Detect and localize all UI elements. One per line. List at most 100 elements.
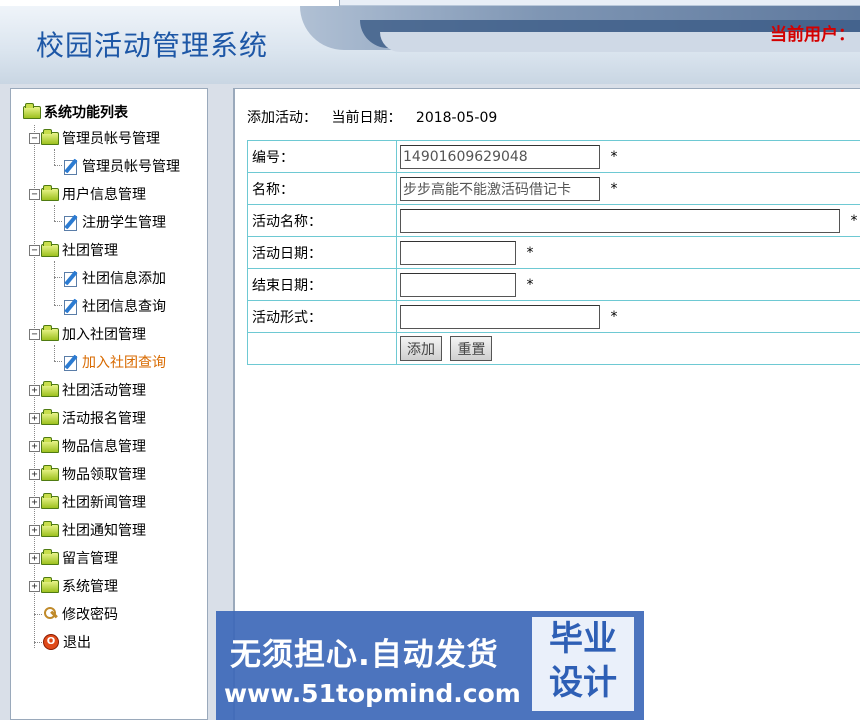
expand-icon[interactable]: + [29, 384, 40, 396]
form-row-buttons: 添加 重置 [247, 332, 860, 365]
activity-name-input[interactable] [400, 208, 840, 233]
form-info-line: 添加活动： 当前日期： 2018-05-09 [247, 107, 507, 127]
name-input[interactable] [400, 176, 600, 201]
tree-group-join-club[interactable]: − 加入社团管理 [29, 323, 146, 345]
empty-label-cell [247, 332, 397, 365]
collapse-icon[interactable]: − [29, 244, 40, 256]
tree-group-item-collect[interactable]: + 物品领取管理 [29, 463, 146, 485]
tree-root[interactable]: 系统功能列表 [23, 101, 128, 123]
folder-open-icon [23, 102, 41, 119]
watermark-ad-banner: 无须担心.自动发货 www.51topmind.com 毕业 设计 [216, 611, 644, 720]
tree-branch-line [34, 614, 42, 615]
app-title: 校园活动管理系统 [36, 29, 269, 62]
tree-group-label: 社团通知管理 [62, 523, 146, 539]
current-date-label: 当前日期： [331, 110, 402, 126]
field-label: 结束日期： [247, 268, 397, 301]
expand-icon[interactable]: + [29, 468, 40, 480]
form-row-activity-date: 活动日期： * [247, 236, 860, 269]
expand-icon[interactable]: + [29, 412, 40, 424]
reset-button[interactable]: 重置 [450, 336, 493, 361]
id-input[interactable] [400, 144, 600, 169]
tree-item-label: 注册学生管理 [82, 215, 166, 231]
collapse-icon[interactable]: − [29, 188, 40, 200]
tree-group-activity-signup[interactable]: + 活动报名管理 [29, 407, 146, 429]
field-cell: * [396, 140, 860, 173]
tree-item-label: 社团信息添加 [82, 271, 166, 287]
tree-item-change-password[interactable]: 修改密码 [43, 603, 118, 625]
tree-group-label: 社团管理 [62, 243, 118, 259]
edit-document-icon [63, 298, 79, 315]
tree-group-label: 物品领取管理 [62, 467, 146, 483]
tree-item-label: 退出 [63, 635, 91, 651]
logout-icon: O [43, 634, 59, 650]
field-cell: * [396, 172, 860, 205]
button-cell: 添加 重置 [396, 332, 860, 365]
activity-date-input[interactable] [400, 240, 516, 265]
tree-group-club-notice[interactable]: + 社团通知管理 [29, 519, 146, 541]
form-row-id: 编号： * [247, 140, 860, 173]
tree-item-join-club-query[interactable]: 加入社团查询 [63, 351, 166, 373]
required-mark: * [610, 308, 618, 325]
tree-item-admin-account[interactable]: 管理员帐号管理 [63, 155, 180, 177]
expand-icon[interactable]: + [29, 496, 40, 508]
add-button[interactable]: 添加 [400, 336, 442, 361]
tree-item-club-query[interactable]: 社团信息查询 [63, 295, 166, 317]
tree-group-club[interactable]: − 社团管理 [29, 239, 118, 261]
form-row-end-date: 结束日期： * [247, 268, 860, 301]
tree-group-system[interactable]: + 系统管理 [29, 575, 118, 597]
field-cell: * [396, 300, 860, 333]
collapse-icon[interactable]: − [29, 328, 40, 340]
tree-item-student-registration[interactable]: 注册学生管理 [63, 211, 166, 233]
tree-branch-line [34, 642, 42, 643]
tree-branch-line [54, 165, 62, 166]
ad-slogan: 无须担心.自动发货 [230, 637, 499, 673]
tree-branch-line [54, 361, 62, 362]
folder-icon [41, 380, 59, 397]
edit-document-icon [63, 354, 79, 371]
tree-item-club-add[interactable]: 社团信息添加 [63, 267, 166, 289]
ad-box-line1: 毕业 [549, 619, 617, 659]
field-label: 活动名称： [247, 204, 397, 237]
form-row-activity-form: 活动形式： * [247, 300, 860, 333]
tree-group-club-news[interactable]: + 社团新闻管理 [29, 491, 146, 513]
expand-icon[interactable]: + [29, 552, 40, 564]
field-label: 编号： [247, 140, 397, 173]
required-mark: * [610, 148, 618, 165]
edit-document-icon [63, 214, 79, 231]
tree-group-label: 活动报名管理 [62, 411, 146, 427]
required-mark: * [526, 276, 534, 293]
tree-item-logout[interactable]: O 退出 [43, 631, 91, 653]
tree-group-label: 用户信息管理 [62, 187, 146, 203]
folder-icon [41, 492, 59, 509]
tree-group-message[interactable]: + 留言管理 [29, 547, 118, 569]
ad-logo-box: 毕业 设计 [532, 617, 634, 711]
tree-group-club-activity[interactable]: + 社团活动管理 [29, 379, 146, 401]
edit-document-icon [63, 158, 79, 175]
tree-group-user-info[interactable]: − 用户信息管理 [29, 183, 146, 205]
collapse-icon[interactable]: − [29, 132, 40, 144]
ad-url: www.51topmind.com [224, 679, 521, 708]
tree-group-label: 管理员帐号管理 [62, 131, 160, 147]
end-date-input[interactable] [400, 272, 516, 297]
required-mark: * [526, 244, 534, 261]
folder-icon [41, 408, 59, 425]
tree-item-label-active: 加入社团查询 [82, 355, 166, 371]
folder-open-icon [41, 184, 59, 201]
activity-form-input[interactable] [400, 304, 600, 329]
ad-box-line2: 设计 [549, 663, 617, 703]
expand-icon[interactable]: + [29, 524, 40, 536]
tree-group-admin-account[interactable]: − 管理员帐号管理 [29, 127, 160, 149]
expand-icon[interactable]: + [29, 440, 40, 452]
tree-group-item-info[interactable]: + 物品信息管理 [29, 435, 146, 457]
folder-icon [41, 464, 59, 481]
required-mark: * [850, 212, 858, 229]
form-row-name: 名称： * [247, 172, 860, 205]
current-user-label: 当前用户： [770, 25, 855, 45]
field-label: 活动日期： [247, 236, 397, 269]
form-row-activity-name: 活动名称： * [247, 204, 860, 237]
expand-icon[interactable]: + [29, 580, 40, 592]
folder-open-icon [41, 324, 59, 341]
tree-item-label: 修改密码 [62, 607, 118, 623]
tree-item-label: 管理员帐号管理 [82, 159, 180, 175]
folder-open-icon [41, 128, 59, 145]
